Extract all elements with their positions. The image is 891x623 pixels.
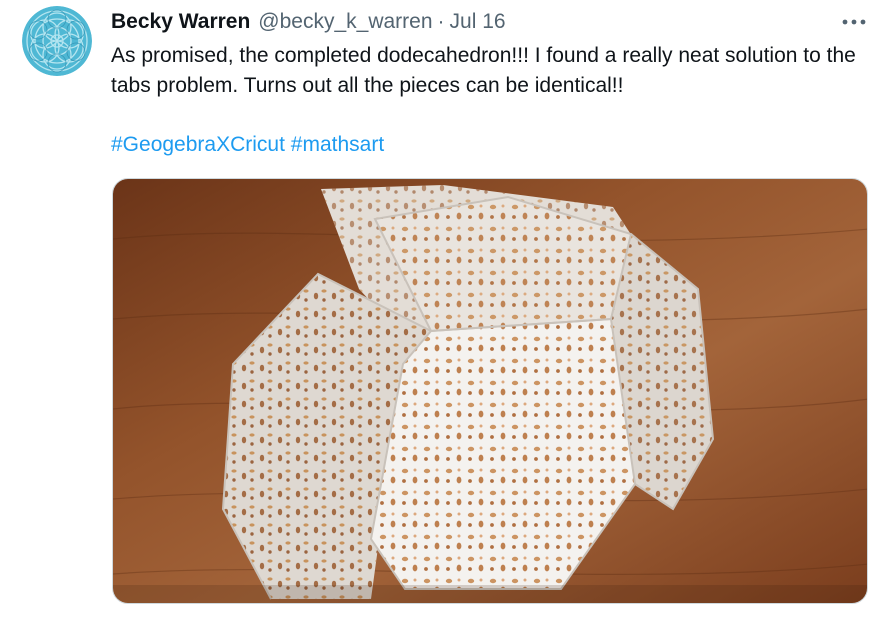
more-options-button[interactable] <box>837 10 871 34</box>
user-handle[interactable]: @becky_k_warren <box>258 7 432 37</box>
separator-dot: · <box>437 10 445 33</box>
mandala-avatar-icon <box>22 6 92 76</box>
tweet-header: Becky Warren @becky_k_warren · Jul 16 <box>111 7 506 37</box>
dodecahedron-photo <box>113 179 867 603</box>
tweet-date[interactable]: Jul 16 <box>450 7 506 37</box>
hashtag-link[interactable]: #GeogebraXCricut <box>111 133 285 156</box>
tweet[interactable]: Becky Warren @becky_k_warren · Jul 16 As… <box>0 0 891 623</box>
display-name[interactable]: Becky Warren <box>111 7 250 37</box>
tweet-photo[interactable] <box>112 178 868 604</box>
hashtag-link[interactable]: #mathsart <box>291 133 384 156</box>
tweet-text: As promised, the completed dodecahedron!… <box>111 44 856 97</box>
hashtag-line: #GeogebraXCricut #mathsart <box>111 130 384 160</box>
more-options-icon <box>842 19 866 25</box>
avatar[interactable] <box>22 6 92 76</box>
